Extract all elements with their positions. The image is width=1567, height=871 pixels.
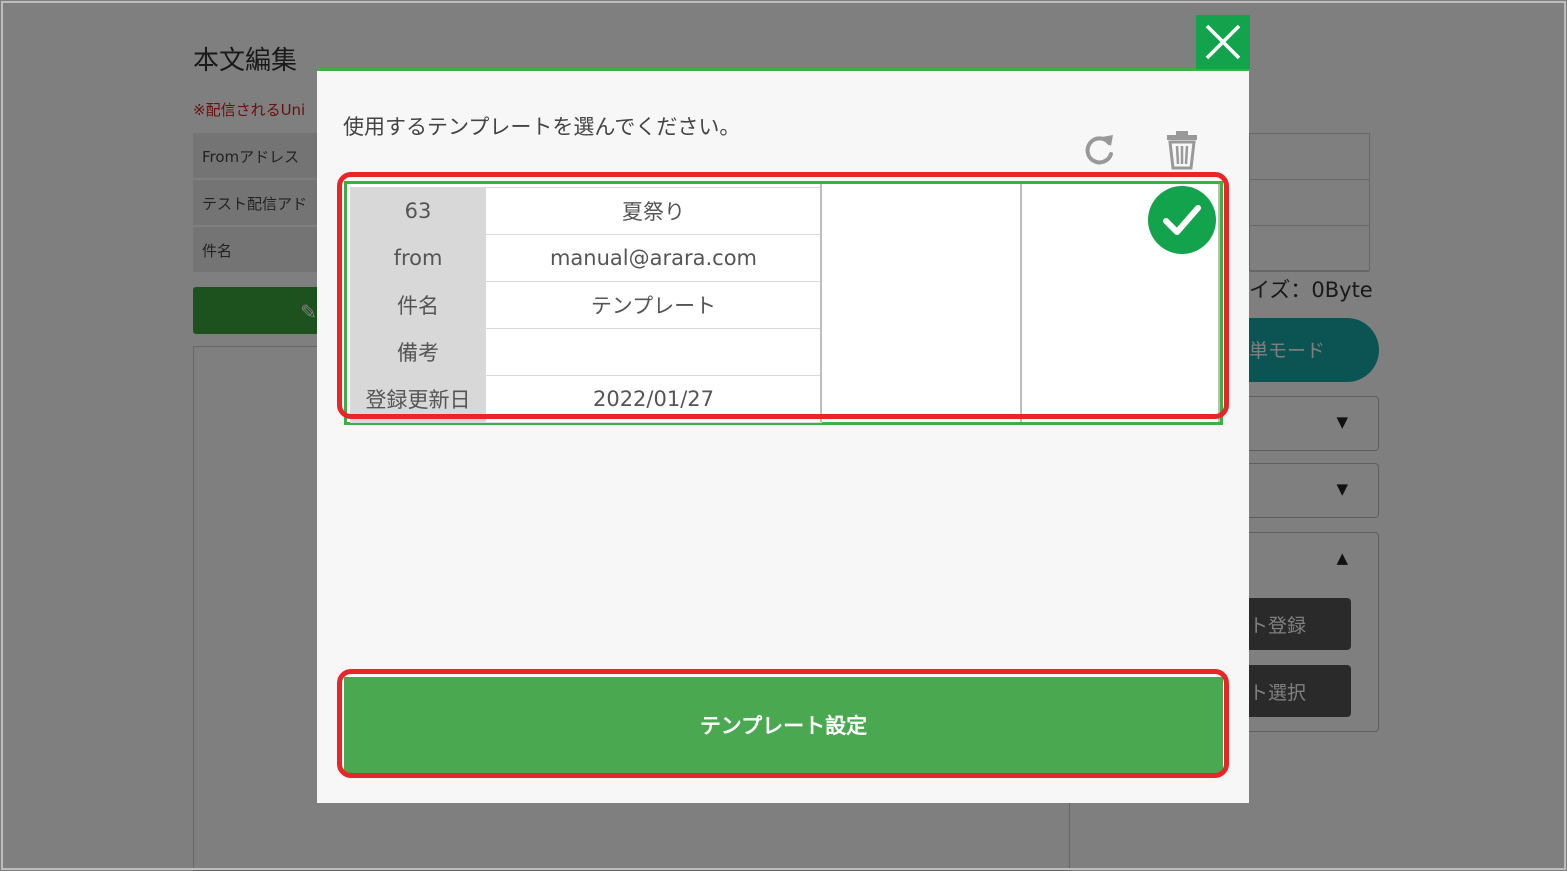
template-id: 63 (350, 187, 486, 235)
close-button[interactable] (1196, 15, 1250, 69)
template-set-button[interactable]: テンプレート設定 (344, 677, 1223, 773)
remarks-key: 備考 (350, 328, 486, 376)
refresh-button[interactable] (1080, 129, 1120, 173)
card-divider (1218, 184, 1220, 422)
selected-badge (1148, 186, 1216, 254)
table-row: from manual@arara.com (350, 234, 822, 282)
trash-icon (1167, 131, 1197, 170)
card-divider (1020, 184, 1022, 422)
modal-prompt: 使用するテンプレートを選んでください。 (343, 115, 741, 139)
template-select-modal: 使用するテンプレートを選んでください。 63 夏祭り from manual@a… (317, 68, 1249, 803)
table-row: 登録更新日 2022/01/27 (350, 375, 822, 423)
remarks-value (485, 328, 822, 376)
table-row: 備考 (350, 328, 822, 376)
subject-value: テンプレート (485, 281, 822, 329)
table-row: 件名 テンプレート (350, 281, 822, 329)
card-divider (820, 184, 822, 422)
from-value: manual@arara.com (485, 234, 822, 282)
table-row: 63 夏祭り (350, 187, 822, 235)
subject-key: 件名 (350, 281, 486, 329)
updated-date-key: 登録更新日 (350, 375, 486, 423)
updated-date-value: 2022/01/27 (485, 375, 822, 423)
template-card[interactable]: 63 夏祭り from manual@arara.com 件名 テンプレート 備… (344, 181, 1223, 425)
check-icon (1163, 205, 1201, 235)
template-name: 夏祭り (485, 187, 822, 235)
close-icon (1205, 24, 1241, 60)
trash-button[interactable] (1162, 129, 1202, 173)
refresh-icon (1085, 134, 1113, 164)
template-details-table: 63 夏祭り from manual@arara.com 件名 テンプレート 備… (350, 187, 822, 423)
from-key: from (350, 234, 486, 282)
